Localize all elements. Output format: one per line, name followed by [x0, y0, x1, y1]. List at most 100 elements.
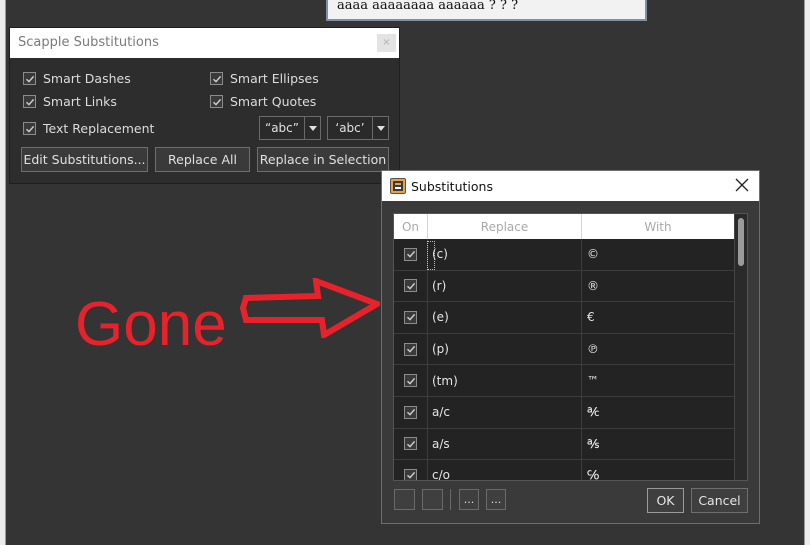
smart-ellipses-checkbox[interactable]	[210, 72, 223, 85]
smart-links-option[interactable]: Smart Links	[23, 94, 117, 109]
ok-button[interactable]: OK	[647, 488, 684, 513]
row-on-cell	[394, 239, 428, 270]
column-header-replace[interactable]: Replace	[428, 214, 582, 239]
row-replace-cell[interactable]: a/s	[428, 428, 582, 460]
single-quotes-value: ‘abc’	[335, 121, 365, 135]
focus-indicator	[427, 241, 435, 270]
check-icon	[406, 440, 415, 448]
row-with-cell[interactable]: ™	[582, 365, 735, 396]
scroll-thumb[interactable]	[738, 218, 744, 266]
check-icon	[25, 98, 34, 106]
replace-in-selection-button[interactable]: Replace in Selection	[257, 147, 389, 172]
row-on-cell	[394, 396, 428, 428]
text-replacement-option[interactable]: Text Replacement	[23, 121, 154, 136]
canvas-note[interactable]: aaaa aaaaaaaa aaaaaa ? ? ?	[326, 0, 647, 21]
check-icon	[25, 75, 34, 83]
row-on-cell	[394, 270, 428, 302]
substitutions-list[interactable]: On Replace With (c) © (r) ® (e) € (p) ℗ (tm) ™ a/c…	[393, 213, 748, 481]
smart-quotes-option[interactable]: Smart Quotes	[210, 94, 316, 109]
row-replace-cell[interactable]: (e)	[428, 302, 582, 333]
cancel-button[interactable]: Cancel	[691, 488, 748, 513]
table-row[interactable]: (tm) ™	[394, 365, 735, 397]
list-scrollbar[interactable]	[734, 214, 747, 480]
check-icon	[406, 314, 415, 322]
substitutions-dialog: Substitutions On Replace With (c) © (r) ® (e…	[381, 170, 760, 524]
table-row[interactable]: (r) ®	[394, 270, 735, 303]
row-with-cell[interactable]: ®	[582, 271, 735, 302]
dialog-title: Substitutions	[411, 178, 493, 194]
import-button[interactable]: ...	[459, 489, 479, 510]
row-replace-cell[interactable]: (p)	[428, 333, 582, 365]
smart-ellipses-label: Smart Ellipses	[230, 71, 319, 86]
row-enabled-checkbox[interactable]	[404, 342, 417, 356]
row-replace-cell[interactable]: (c)	[428, 239, 582, 270]
panel-title-bar[interactable]: Scapple Substitutions ×	[10, 28, 399, 58]
table-row[interactable]: a/c ℀	[394, 396, 735, 429]
smart-dashes-checkbox[interactable]	[23, 72, 36, 85]
replace-all-button[interactable]: Replace All	[155, 147, 250, 172]
panel-title: Scapple Substitutions	[18, 35, 159, 50]
row-enabled-checkbox[interactable]	[404, 310, 417, 324]
table-row[interactable]: (c) ©	[394, 239, 735, 271]
row-on-cell	[394, 365, 428, 396]
row-replace-cell[interactable]: c/o	[428, 460, 582, 480]
dialog-title-bar[interactable]: Substitutions	[382, 171, 759, 201]
row-with-cell[interactable]: ©	[582, 239, 735, 270]
check-icon	[406, 472, 415, 480]
text-replacement-label: Text Replacement	[43, 121, 155, 136]
row-on-cell	[394, 302, 428, 333]
list-rows: (c) © (r) ® (e) € (p) ℗ (tm) ™ a/c ℀ a/s ℁ c/o ℅	[394, 239, 735, 480]
row-enabled-checkbox[interactable]	[404, 468, 417, 480]
row-with-cell[interactable]: ℁	[582, 429, 735, 460]
app-icon	[390, 178, 406, 194]
check-icon	[406, 346, 415, 353]
table-row[interactable]: (e) €	[394, 302, 735, 334]
row-enabled-checkbox[interactable]	[404, 374, 417, 388]
row-on-cell	[394, 460, 428, 480]
double-quotes-value: “abc”	[264, 121, 299, 135]
row-enabled-checkbox[interactable]	[404, 247, 417, 261]
add-substitution-button[interactable]	[394, 489, 415, 510]
smart-dashes-label: Smart Dashes	[43, 71, 131, 86]
row-replace-cell[interactable]: (tm)	[428, 365, 582, 396]
row-on-cell	[394, 428, 428, 460]
check-icon	[212, 98, 221, 106]
red-arrow-icon	[240, 278, 380, 338]
column-header-on[interactable]: On	[394, 214, 428, 239]
row-with-cell[interactable]: ℅	[582, 460, 735, 480]
smart-quotes-checkbox[interactable]	[210, 95, 223, 108]
smart-links-checkbox[interactable]	[23, 95, 36, 108]
export-button[interactable]: ...	[486, 489, 506, 510]
list-header: On Replace With	[394, 214, 735, 239]
row-replace-cell[interactable]: (r)	[428, 270, 582, 302]
table-row[interactable]: (p) ℗	[394, 333, 735, 366]
row-with-cell[interactable]: ℀	[582, 397, 735, 428]
edit-substitutions-button[interactable]: Edit Substitutions...	[21, 147, 148, 172]
row-with-cell[interactable]: €	[582, 302, 735, 333]
chevron-down-icon[interactable]	[372, 117, 388, 139]
chevron-down-icon[interactable]	[304, 117, 320, 139]
smart-quotes-label: Smart Quotes	[230, 94, 317, 109]
smart-ellipses-option[interactable]: Smart Ellipses	[210, 71, 319, 86]
check-icon	[212, 75, 221, 83]
remove-substitution-button[interactable]	[422, 489, 443, 510]
double-quotes-select[interactable]: “abc”	[259, 116, 321, 140]
check-icon	[406, 409, 415, 416]
gone-annotation: Gone	[75, 290, 227, 359]
row-enabled-checkbox[interactable]	[404, 437, 417, 451]
column-header-with[interactable]: With	[582, 214, 735, 239]
table-row[interactable]: c/o ℅	[394, 460, 735, 480]
single-quotes-select[interactable]: ‘abc’	[327, 116, 389, 140]
smart-dashes-option[interactable]: Smart Dashes	[23, 71, 131, 86]
row-enabled-checkbox[interactable]	[404, 279, 417, 293]
row-enabled-checkbox[interactable]	[404, 405, 417, 419]
row-replace-cell[interactable]: a/c	[428, 396, 582, 428]
close-icon[interactable]	[735, 178, 749, 192]
table-row[interactable]: a/s ℁	[394, 428, 735, 461]
check-icon	[406, 377, 415, 385]
panel-close-button[interactable]: ×	[377, 34, 396, 52]
scapple-substitutions-panel: Scapple Substitutions × Smart Dashes Sma…	[9, 27, 400, 184]
row-with-cell[interactable]: ℗	[582, 334, 735, 365]
check-icon	[25, 125, 34, 133]
text-replacement-checkbox[interactable]	[23, 122, 36, 135]
